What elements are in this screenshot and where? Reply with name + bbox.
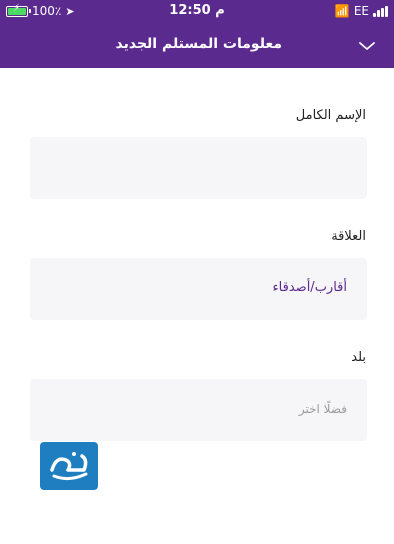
chevron-down-icon[interactable] [358,37,376,55]
wifi-icon: 📶 [334,4,350,18]
watermark-logo [40,442,98,490]
relation-field[interactable]: أقارب/أصدقاء [30,258,367,320]
full-name-field[interactable] [30,137,367,199]
carrier-name: EE [353,4,369,18]
full-name-label: الإسم الكامل [295,108,366,123]
nav-bar: معلومات المستلم الجديد [0,28,394,64]
status-bar: ⚡ 100٪ ➤ 12:50 م 📶 EE [0,0,394,22]
country-select[interactable]: فضلًا اختر [30,379,367,441]
top-bar: ⚡ 100٪ ➤ 12:50 م 📶 EE معلومات المستلم ال… [0,0,394,68]
country-placeholder: فضلًا اختر [298,402,347,416]
country-label: بلد [351,350,366,365]
page-title: معلومات المستلم الجديد [115,36,282,52]
relation-value: أقارب/أصدقاء [272,280,347,295]
relation-label: العلاقة [331,229,366,244]
status-right: 📶 EE [335,4,388,18]
signal-icon [373,5,388,17]
